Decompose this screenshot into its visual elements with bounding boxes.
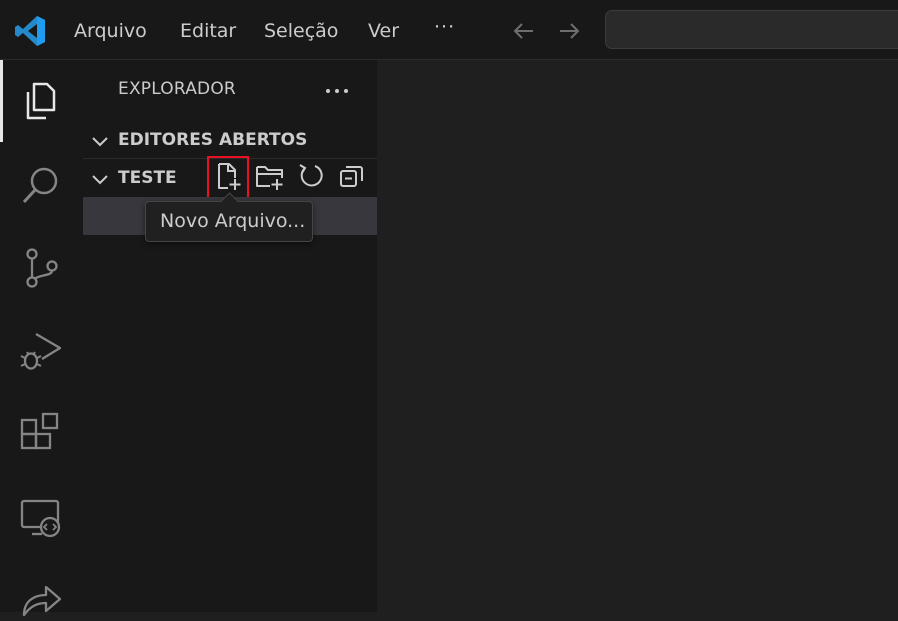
vscode-logo-icon[interactable] <box>13 14 47 48</box>
menu-selecao[interactable]: Seleção <box>264 18 338 44</box>
open-editors-label: EDITORES ABERTOS <box>118 130 308 150</box>
extensions-icon[interactable] <box>18 412 64 458</box>
menu-ver[interactable]: Ver <box>368 18 399 44</box>
menu-more-button[interactable]: ··· <box>434 14 455 40</box>
command-center-search[interactable] <box>605 10 898 49</box>
chevron-down-icon <box>92 137 108 147</box>
source-control-icon[interactable] <box>18 244 64 290</box>
tooltip-text: Novo Arquivo... <box>160 210 306 232</box>
editor-area[interactable] <box>377 60 898 612</box>
collapse-all-icon[interactable] <box>337 161 367 191</box>
section-open-editors[interactable]: EDITORES ABERTOS <box>83 124 377 160</box>
refresh-icon[interactable] <box>296 161 326 191</box>
title-bar: Arquivo Editar Seleção Ver ··· <box>0 0 898 60</box>
tooltip: Novo Arquivo... <box>145 192 313 242</box>
explorer-sidebar: EXPLORADOR EDITORES ABERTOS TESTE <box>83 60 377 612</box>
remote-explorer-icon[interactable] <box>18 496 64 542</box>
forward-arrow-icon[interactable] <box>556 18 582 44</box>
run-debug-icon[interactable] <box>18 328 64 374</box>
explorer-icon[interactable] <box>18 78 64 124</box>
active-indicator <box>0 60 3 142</box>
sidebar-title: EXPLORADOR <box>118 79 236 99</box>
activity-bar <box>0 60 83 617</box>
new-folder-icon[interactable] <box>255 161 285 191</box>
menu-editar[interactable]: Editar <box>180 18 236 44</box>
chevron-down-icon <box>92 175 108 185</box>
back-arrow-icon[interactable] <box>511 18 537 44</box>
folder-label: TESTE <box>118 168 177 188</box>
search-icon[interactable] <box>18 162 64 208</box>
more-actions-icon[interactable] <box>325 88 349 94</box>
menu-arquivo[interactable]: Arquivo <box>74 18 147 44</box>
live-share-icon[interactable] <box>18 575 64 621</box>
